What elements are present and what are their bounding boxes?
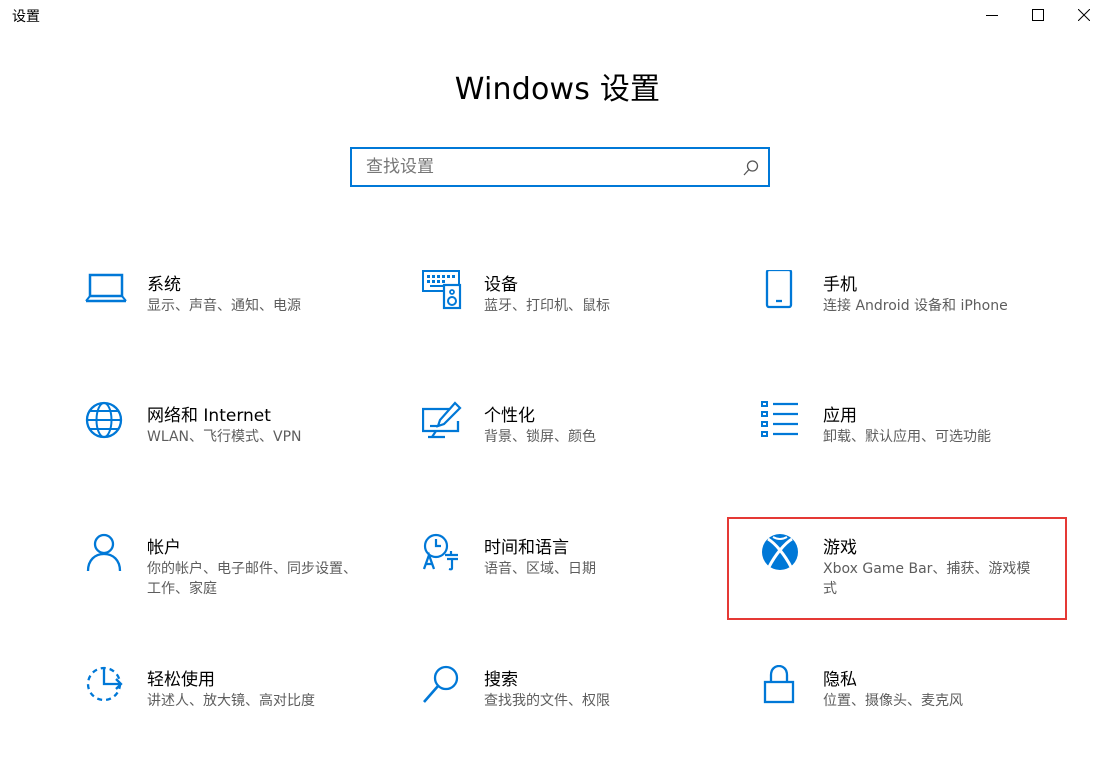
lock-icon [763,665,795,704]
time-language-icon [422,533,458,571]
tile-description: 位置、摄像头、麦克风 [823,693,963,709]
close-button[interactable] [1061,0,1107,30]
tile-time-language[interactable]: 时间和语言 语音、区域、日期 [422,533,752,643]
ease-of-access-icon [86,666,123,702]
search-input[interactable] [352,149,746,185]
tile-phone[interactable]: 手机 连接 Android 设备和 iPhone [761,270,1091,380]
tile-name: 隐私 [823,670,857,690]
tile-name: 应用 [823,406,857,426]
tile-network[interactable]: 网络和 Internet WLAN、飞行模式、VPN [85,401,415,511]
laptop-icon [85,273,127,303]
search-icon[interactable] [742,159,760,177]
tile-system[interactable]: 系统 显示、声音、通知、电源 [85,270,415,380]
tile-privacy[interactable]: 隐私 位置、摄像头、麦克风 [761,665,1091,775]
tile-description: 蓝牙、打印机、鼠标 [484,298,610,314]
globe-icon [85,401,123,439]
tile-name: 个性化 [484,406,535,426]
tile-name: 搜索 [484,670,518,690]
search-box[interactable] [350,147,770,187]
personalization-icon [422,401,462,439]
tile-ease-of-access[interactable]: 轻松使用 讲述人、放大镜、高对比度 [85,665,415,775]
search-icon [423,665,459,703]
page-title: Windows 设置 [454,72,661,107]
tile-description: 连接 Android 设备和 iPhone [823,298,1008,314]
tile-name: 帐户 [147,538,181,558]
tile-description: 显示、声音、通知、电源 [147,298,301,314]
tile-devices[interactable]: 设备 蓝牙、打印机、鼠标 [422,270,752,380]
devices-icon [422,270,462,310]
tile-description: 背景、锁屏、颜色 [484,429,596,445]
window-title: 设置 [12,9,40,25]
person-icon [86,533,122,572]
tile-description: 语音、区域、日期 [484,561,596,577]
tile-description: 讲述人、放大镜、高对比度 [147,693,315,709]
maximize-icon [1032,9,1044,21]
minimize-icon [986,15,998,16]
minimize-button[interactable] [969,0,1015,30]
tile-personalization[interactable]: 个性化 背景、锁屏、颜色 [422,401,752,511]
tile-name: 网络和 Internet [147,406,271,426]
tile-name: 时间和语言 [484,538,569,558]
tile-name: 设备 [484,275,518,295]
tile-description: 查找我的文件、权限 [484,693,610,709]
tile-name: 轻松使用 [147,670,215,690]
close-icon [1078,9,1090,21]
tile-name: 系统 [147,275,181,295]
maximize-button[interactable] [1015,0,1061,30]
phone-icon [765,270,793,309]
tile-name: 手机 [823,275,857,295]
tile-description: WLAN、飞行模式、VPN [147,429,302,445]
tile-apps[interactable]: 应用 卸载、默认应用、可选功能 [761,401,1091,511]
tile-description: 你的帐户、电子邮件、同步设置、工作、家庭 [147,561,357,597]
tile-accounts[interactable]: 帐户 你的帐户、电子邮件、同步设置、工作、家庭 [85,533,415,643]
tile-description: 卸载、默认应用、可选功能 [823,429,991,445]
title-bar: 设置 [0,0,1115,30]
gaming-highlight-frame [727,517,1067,620]
tile-search[interactable]: 搜索 查找我的文件、权限 [422,665,752,775]
apps-list-icon [761,401,798,437]
